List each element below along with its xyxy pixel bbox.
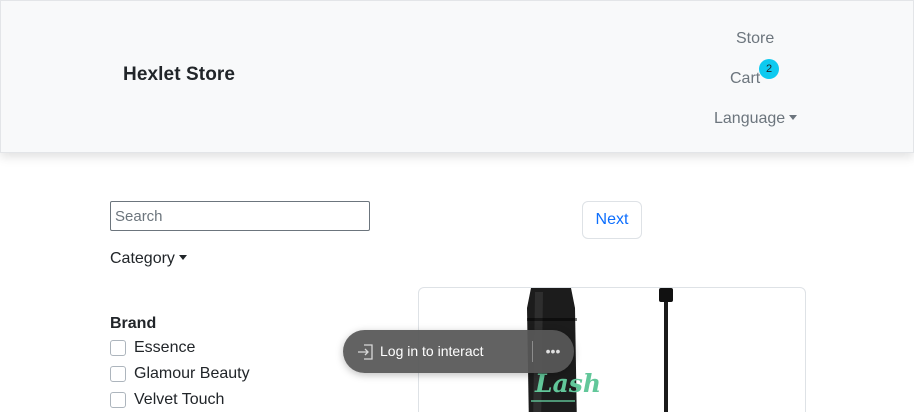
cart-count-badge: 2 bbox=[759, 59, 779, 79]
sign-in-icon bbox=[358, 344, 373, 360]
brand-option-label: Velvet Touch bbox=[134, 391, 225, 408]
search-input[interactable] bbox=[110, 201, 370, 231]
product-label-text: Lash bbox=[534, 369, 601, 398]
brand-option-essence[interactable]: Essence bbox=[110, 338, 195, 358]
login-label[interactable]: Log in to interact bbox=[380, 343, 484, 359]
brand-filter-heading: Brand bbox=[110, 315, 157, 332]
top-navbar: Hexlet Store Store Cart 2 Language bbox=[0, 0, 914, 153]
brand-option-velvet-touch[interactable]: Velvet Touch bbox=[110, 390, 224, 410]
nav-link-cart[interactable]: Cart bbox=[730, 70, 760, 88]
category-label: Category bbox=[110, 250, 175, 267]
more-dots-icon[interactable]: ••• bbox=[544, 342, 562, 362]
next-page-button[interactable]: Next bbox=[582, 201, 642, 239]
brand-checkbox[interactable] bbox=[110, 392, 126, 408]
store-brand[interactable]: Hexlet Store bbox=[123, 64, 235, 86]
caret-down-icon bbox=[789, 115, 798, 120]
nav-links: Store Cart 2 Language bbox=[701, 1, 811, 154]
brand-checkbox[interactable] bbox=[110, 366, 126, 382]
brand-option-label: Essence bbox=[134, 339, 196, 356]
brand-option-glamour-beauty[interactable]: Glamour Beauty bbox=[110, 364, 250, 384]
divider bbox=[532, 341, 533, 362]
language-dropdown-toggle[interactable]: Language bbox=[714, 110, 798, 128]
nav-link-store[interactable]: Store bbox=[736, 30, 774, 48]
caret-down-icon bbox=[178, 255, 187, 260]
language-label: Language bbox=[714, 110, 786, 127]
brand-option-label: Glamour Beauty bbox=[134, 365, 250, 382]
category-dropdown-toggle[interactable]: Category bbox=[110, 250, 187, 268]
brand-checkbox[interactable] bbox=[110, 340, 126, 356]
login-to-interact-bar[interactable]: Log in to interact ••• bbox=[343, 330, 574, 373]
